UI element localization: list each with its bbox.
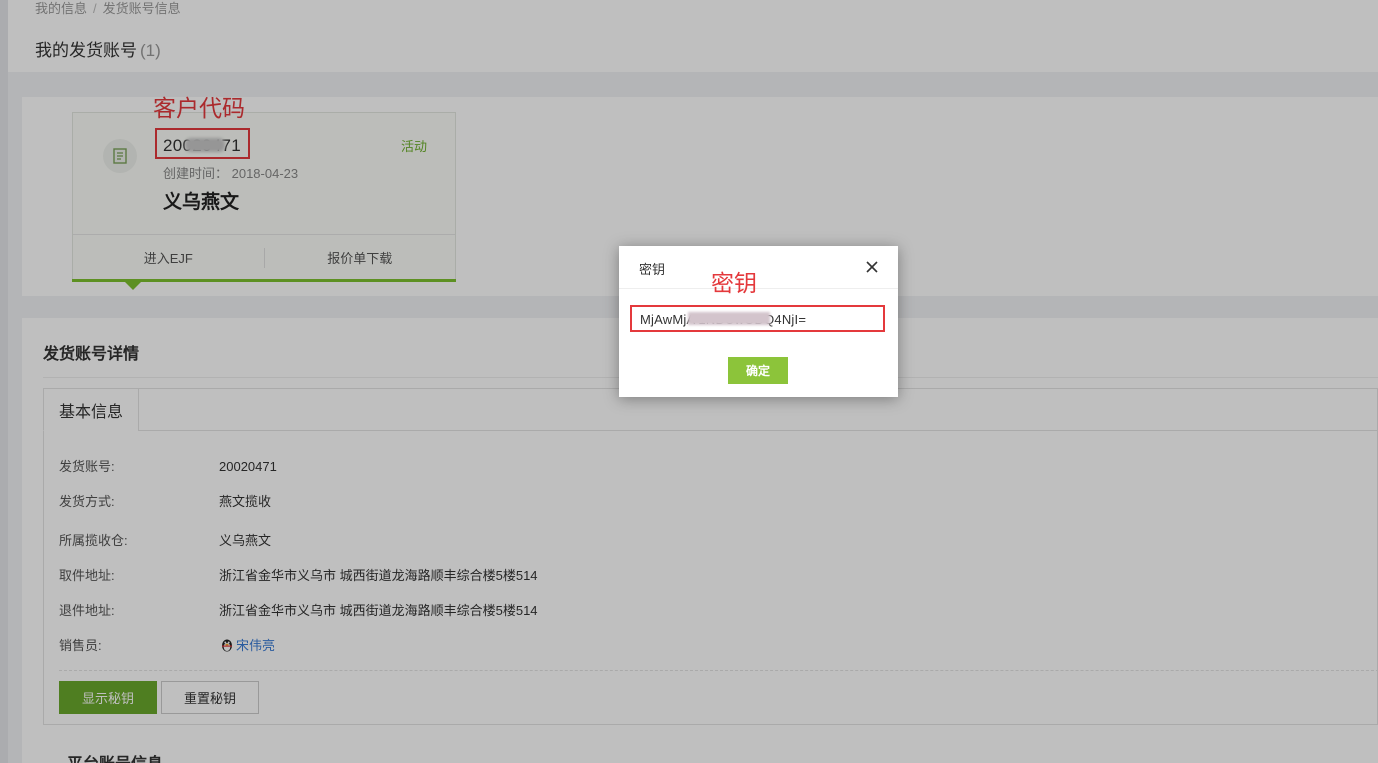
redaction-blur bbox=[688, 312, 770, 325]
secret-key-field[interactable]: MjAwMjA 1NDUwODQ4NjI= bbox=[630, 305, 885, 332]
dialog-title: 密钥 bbox=[639, 262, 666, 277]
annotation-key: 密钥 bbox=[711, 270, 757, 296]
confirm-button[interactable]: 确定 bbox=[728, 357, 788, 384]
close-icon[interactable] bbox=[865, 260, 879, 274]
dialog-divider bbox=[619, 288, 898, 289]
secret-key-dialog: 密钥 MjAwMjA 1NDUwODQ4NjI= 确定 bbox=[619, 246, 898, 397]
